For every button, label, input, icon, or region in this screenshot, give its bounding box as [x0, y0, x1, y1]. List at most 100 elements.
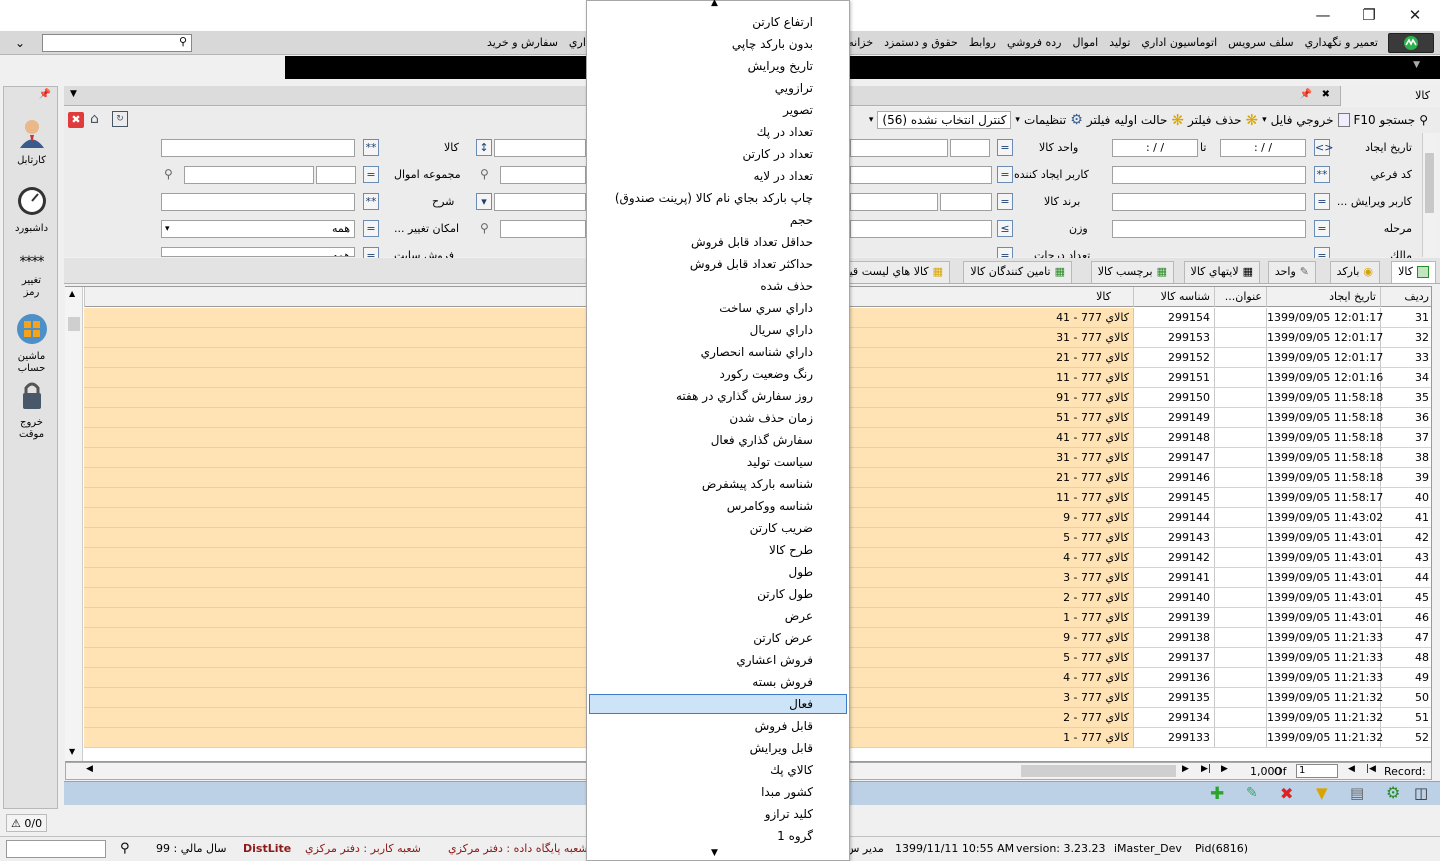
column-option[interactable]: تصوير	[783, 99, 813, 121]
column-option[interactable]: قابل ويرايش	[750, 737, 813, 759]
close-icon[interactable]: ✖	[68, 112, 84, 128]
chevron-up-icon[interactable]: ▲	[69, 289, 75, 298]
column-option[interactable]: قابل فروش	[755, 715, 813, 737]
editor-user-input[interactable]	[1112, 193, 1306, 211]
menu-item[interactable]: رده فروشي	[1007, 31, 1062, 55]
remove-filter-button[interactable]: حذف فيلتر	[1188, 113, 1242, 127]
tab-goods-lights[interactable]: ▦لايتهاي كالا	[1183, 261, 1260, 283]
column-option[interactable]: داراي سريال	[750, 319, 813, 341]
column-option[interactable]: شناسه باركد پيشفرض	[702, 473, 813, 495]
column-option[interactable]: حجم	[790, 209, 813, 231]
close-tab-icon[interactable]: ✖	[1322, 89, 1330, 100]
column-option[interactable]: تعداد در كارتن	[742, 143, 813, 165]
asset-group-code-input[interactable]	[316, 166, 356, 184]
stage-select[interactable]	[1112, 220, 1306, 238]
menu-item[interactable]: سلف سرويس	[1228, 31, 1293, 55]
column-option[interactable]: بدون باركد چاپي	[732, 33, 813, 55]
selection-control-button[interactable]: كنترل انتخاب نشده (56)	[877, 111, 1012, 129]
menu-item[interactable]: توليد	[1109, 31, 1130, 55]
temp-exit-item[interactable]: خروج موقت	[4, 379, 59, 441]
chevron-down-icon[interactable]: ▾	[1015, 115, 1020, 125]
column-option[interactable]: فروش بسته	[752, 671, 813, 693]
goods-brand-code-input[interactable]	[940, 193, 992, 211]
tab-goods-label[interactable]: ▦برچسب كالا	[1090, 261, 1174, 283]
weight-input[interactable]	[850, 220, 992, 238]
unit-goods-input[interactable]	[850, 139, 948, 157]
calculator-item[interactable]: ماشين حساب	[4, 313, 59, 375]
dashboard-item[interactable]: داشبورد	[4, 185, 59, 235]
description-extra-input[interactable]	[494, 193, 586, 211]
menu-item[interactable]: اموال	[1073, 31, 1099, 55]
column-option[interactable]: زمان حذف شدن	[729, 407, 813, 429]
chevron-down-icon[interactable]: ▾	[1262, 115, 1267, 125]
column-option[interactable]: طول كارتن	[757, 583, 813, 605]
header-create-date[interactable]: تاريخ ايجاد	[1266, 287, 1380, 307]
column-option[interactable]: حداقل تعداد قابل فروش	[691, 231, 813, 253]
tab-goods[interactable]: كالا	[1340, 86, 1440, 106]
delete-icon[interactable]: ✖	[1280, 784, 1293, 803]
column-option[interactable]: سياست توليد	[747, 451, 813, 473]
message-counter[interactable]: ⚠ 0/0	[6, 814, 48, 832]
chevron-down-icon[interactable]: ▾	[869, 115, 874, 125]
chevron-down-icon[interactable]: ▼	[70, 89, 77, 99]
goods-extra-input[interactable]	[494, 139, 586, 157]
creator-user-input[interactable]	[850, 166, 992, 184]
scroll-thumb[interactable]	[68, 317, 80, 331]
asset-extra-input[interactable]	[500, 166, 586, 184]
weight-operator[interactable]: ≤	[997, 220, 1013, 237]
chevron-down-icon[interactable]: ▼	[711, 848, 718, 858]
grid-scrollbar[interactable]: ▲ ▼	[65, 287, 83, 761]
report-icon[interactable]: ▤	[1350, 784, 1364, 802]
filter-scrollbar[interactable]	[1422, 133, 1436, 257]
change-password-item[interactable]: **** تغيير رمز	[4, 255, 59, 299]
column-option[interactable]: روز سفارش گذاري در هفته	[676, 385, 813, 407]
unit-goods-operator[interactable]: =	[997, 139, 1013, 156]
create-date-from-input[interactable]: / / :	[1220, 139, 1306, 157]
search-icon[interactable]: ⚲	[480, 221, 489, 235]
goods-operator[interactable]: **	[363, 139, 379, 156]
column-option[interactable]: گروه 1	[777, 825, 813, 847]
column-option[interactable]: طول	[789, 561, 813, 583]
description-dropdown[interactable]: ▾	[476, 193, 492, 210]
column-option[interactable]: عرض	[785, 605, 813, 627]
menu-item[interactable]: روابط	[969, 31, 996, 55]
close-window-button[interactable]: ✕	[1392, 3, 1438, 27]
columns-icon[interactable]: ◫	[1414, 784, 1428, 802]
horizontal-scroll-thumb[interactable]	[1021, 765, 1176, 777]
menu-item[interactable]: اتوماسيون اداري	[1141, 31, 1217, 55]
minimize-button[interactable]: —	[1300, 3, 1346, 27]
export-file-button[interactable]: خروجي فايل	[1271, 113, 1334, 127]
chevron-down-icon[interactable]: ⌄	[8, 33, 32, 53]
filter-icon[interactable]: ▼	[1316, 784, 1328, 802]
menu-search-input[interactable]: ⚲	[42, 34, 192, 52]
edit-extra-input[interactable]	[500, 220, 586, 238]
column-chooser-dropdown[interactable]: ▲ ارتفاع كارتن بدون باركد چاپي تاريخ ويراي…	[586, 0, 850, 861]
search-button[interactable]: جستجو F10	[1354, 113, 1416, 127]
header-goods-id[interactable]: شناسه كالا	[1133, 287, 1214, 307]
header-title[interactable]: عنوان...	[1214, 287, 1266, 307]
tab-suppliers[interactable]: ▦تامين كنندگان كالا	[963, 261, 1072, 283]
pin-icon[interactable]: 📌	[39, 89, 51, 100]
asset-group-operator[interactable]: =	[363, 166, 379, 183]
chevron-down-icon[interactable]: ▼	[1413, 60, 1420, 70]
header-row-number[interactable]: رديف	[1380, 287, 1431, 307]
edit-possible-operator[interactable]: =	[363, 220, 379, 237]
first-page-icon[interactable]: |◀	[1366, 764, 1376, 774]
description-operator[interactable]: **	[363, 193, 379, 210]
menu-item[interactable]: تعمير و نگهداري	[1305, 31, 1378, 55]
scroll-left-icon[interactable]: ◀	[86, 764, 93, 774]
column-option[interactable]: حذف شده	[760, 275, 813, 297]
column-option[interactable]: كليد ترازو	[765, 803, 813, 825]
column-option[interactable]: ضريب كارتن	[750, 517, 813, 539]
refresh-icon[interactable]: ↻	[112, 111, 128, 127]
scroll-right-icon[interactable]: ▶	[1182, 764, 1189, 774]
menu-item[interactable]: سفارش و خريد	[487, 31, 558, 55]
column-option[interactable]: ارتفاع كارتن	[752, 11, 813, 33]
description-input[interactable]	[161, 193, 355, 211]
editor-user-operator[interactable]: =	[1314, 193, 1330, 210]
column-option[interactable]: فروش اعشاري	[736, 649, 813, 671]
column-option[interactable]: فعال	[789, 693, 813, 715]
tab-unit[interactable]: ✎واحد	[1267, 261, 1316, 283]
add-icon[interactable]: ✚	[1210, 784, 1224, 804]
search-icon[interactable]: ⚲	[120, 837, 130, 861]
